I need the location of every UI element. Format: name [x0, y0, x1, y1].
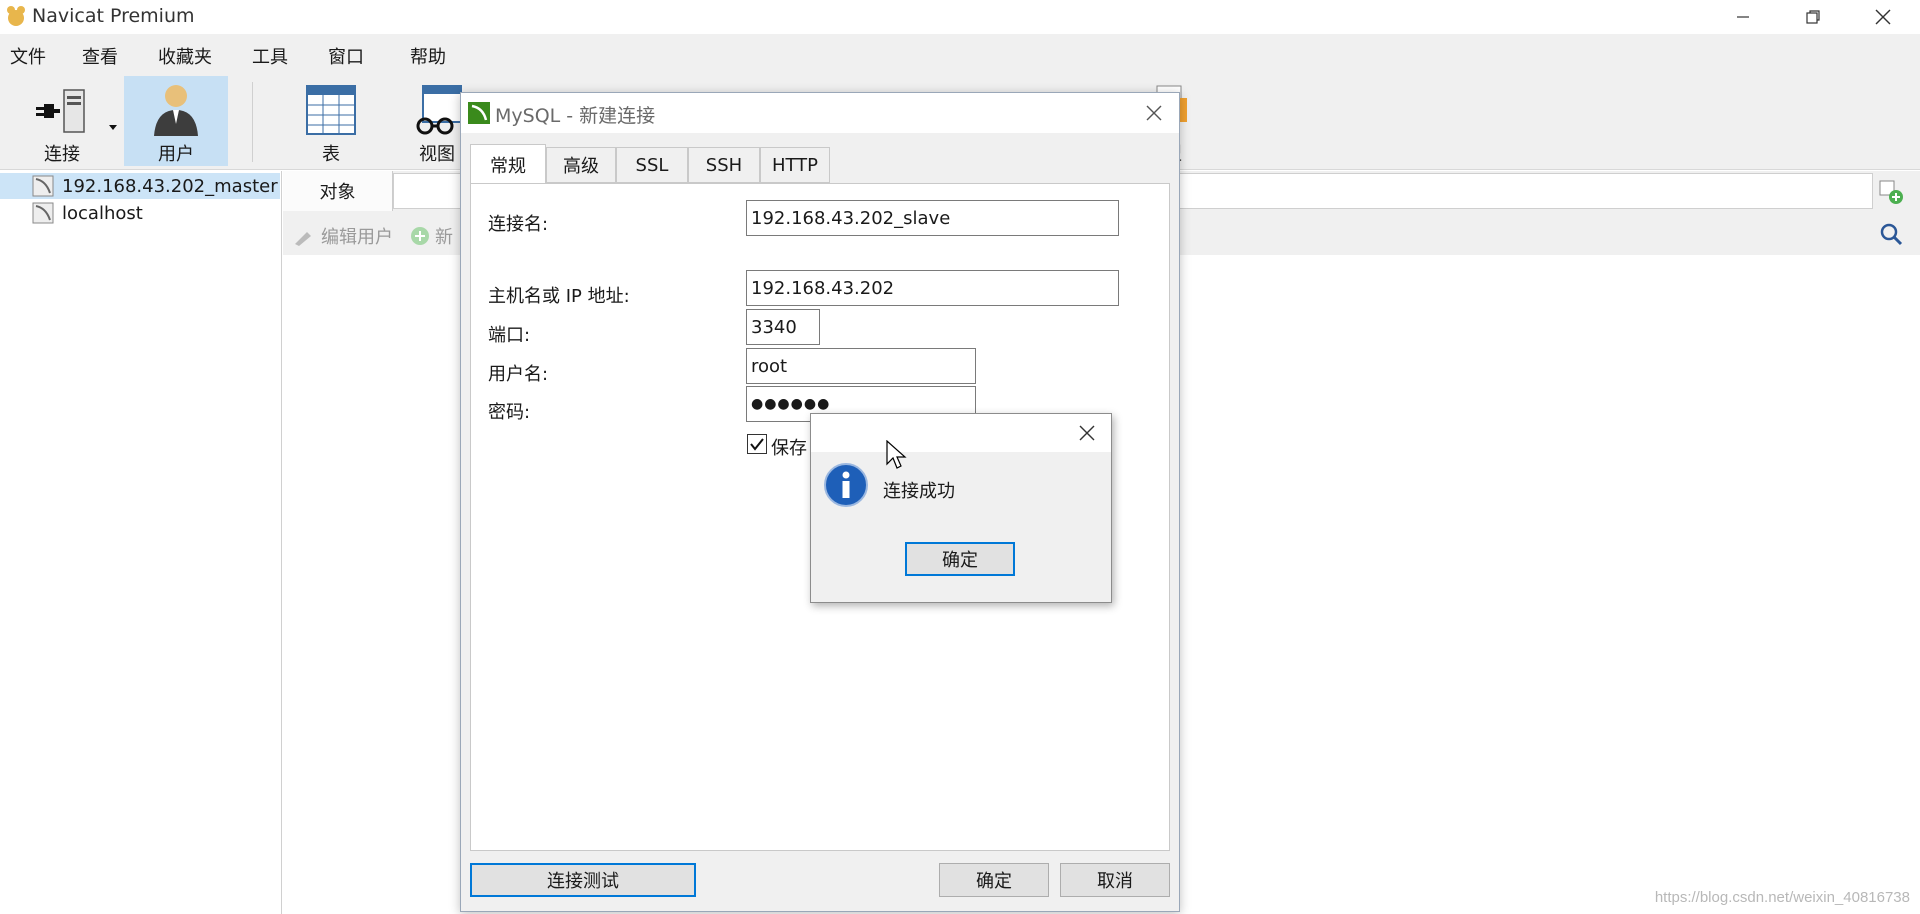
message-text: 连接成功 — [883, 481, 955, 502]
connection-success-message-box: 连接成功 确定 — [810, 413, 1112, 603]
port-input[interactable]: 3340 — [746, 309, 820, 345]
dialog-title-bar: MySQL - 新建连接 — [461, 93, 1179, 133]
tab-advanced[interactable]: 高级 — [546, 147, 616, 183]
menu-file[interactable]: 文件 — [10, 43, 46, 69]
username-input[interactable]: root — [746, 348, 976, 384]
table-icon — [306, 85, 356, 135]
connect-dropdown-icon[interactable] — [108, 116, 118, 137]
dialog-title: MySQL - 新建连接 — [495, 105, 656, 127]
view-icon — [416, 85, 462, 135]
tab-general[interactable]: 常规 — [470, 144, 546, 184]
new-user-button[interactable]: 新 — [409, 223, 453, 249]
connect-label: 连接 — [44, 144, 80, 165]
tab-ssl[interactable]: SSL — [616, 147, 688, 183]
navicat-logo-icon — [4, 4, 28, 28]
table-button[interactable]: 表 — [292, 76, 370, 166]
host-label: 主机名或 IP 地址: — [488, 286, 630, 307]
toolbar-divider — [252, 82, 253, 162]
edit-user-button[interactable]: 编辑用户 — [293, 223, 393, 249]
ok-button[interactable]: 确定 — [939, 863, 1049, 897]
password-label: 密码: — [488, 402, 531, 423]
mysql-icon — [467, 101, 491, 130]
menu-tools[interactable]: 工具 — [252, 43, 288, 69]
connection-name-label: 连接名: — [488, 214, 549, 235]
edit-user-label: 编辑用户 — [321, 227, 393, 248]
new-tab-icon[interactable] — [1878, 179, 1904, 210]
title-bar: Navicat Premium — [0, 0, 1920, 34]
connection-label: 192.168.43.202_master — [62, 175, 278, 197]
connection-name-input[interactable]: 192.168.43.202_slave — [746, 200, 1119, 236]
menu-view[interactable]: 查看 — [82, 43, 118, 69]
test-connection-button[interactable]: 连接测试 — [470, 863, 696, 897]
minimize-button[interactable] — [1708, 0, 1778, 34]
user-button[interactable]: 用户 — [124, 76, 228, 166]
plug-icon — [36, 89, 85, 133]
message-close-icon[interactable] — [1077, 423, 1097, 448]
menu-window[interactable]: 窗口 — [328, 43, 364, 69]
connection-item-master[interactable]: 192.168.43.202_master — [0, 173, 280, 199]
connect-button[interactable]: 连接 — [22, 76, 102, 166]
port-label: 端口: — [488, 325, 531, 346]
menu-bar: 文件 查看 收藏夹 工具 窗口 帮助 — [0, 34, 1920, 72]
checkmark-icon — [750, 438, 764, 451]
dialog-close-icon[interactable] — [1144, 103, 1164, 128]
edit-user-icon — [295, 232, 311, 246]
new-user-label: 新 — [435, 227, 453, 248]
close-button[interactable] — [1848, 0, 1918, 34]
app-title: Navicat Premium — [32, 5, 195, 27]
watermark: https://blog.csdn.net/weixin_40816738 — [1654, 889, 1910, 906]
message-ok-button[interactable]: 确定 — [905, 542, 1015, 576]
tab-http[interactable]: HTTP — [760, 147, 830, 183]
info-icon — [823, 462, 869, 513]
table-label: 表 — [322, 144, 340, 165]
save-password-checkbox[interactable] — [747, 434, 767, 454]
menu-help[interactable]: 帮助 — [410, 43, 446, 69]
user-icon — [154, 85, 198, 136]
connection-label: localhost — [62, 202, 143, 224]
mysql-connection-icon — [32, 175, 54, 197]
search-icon[interactable] — [1878, 221, 1904, 252]
menu-favorites[interactable]: 收藏夹 — [158, 43, 212, 69]
username-label: 用户名: — [488, 364, 549, 385]
save-password-label: 保存 — [771, 438, 807, 459]
host-input[interactable]: 192.168.43.202 — [746, 270, 1119, 306]
tab-ssh[interactable]: SSH — [688, 147, 760, 183]
tab-objects[interactable]: 对象 — [283, 171, 393, 211]
message-box-title-bar — [811, 414, 1111, 452]
mysql-connection-icon — [32, 202, 54, 224]
user-label: 用户 — [158, 144, 194, 165]
cancel-button[interactable]: 取消 — [1060, 863, 1170, 897]
mouse-cursor-icon — [886, 439, 908, 477]
connection-tree: 192.168.43.202_master localhost — [0, 171, 282, 914]
connection-item-localhost[interactable]: localhost — [0, 200, 280, 226]
add-icon — [411, 227, 429, 245]
restore-button[interactable] — [1778, 0, 1848, 34]
